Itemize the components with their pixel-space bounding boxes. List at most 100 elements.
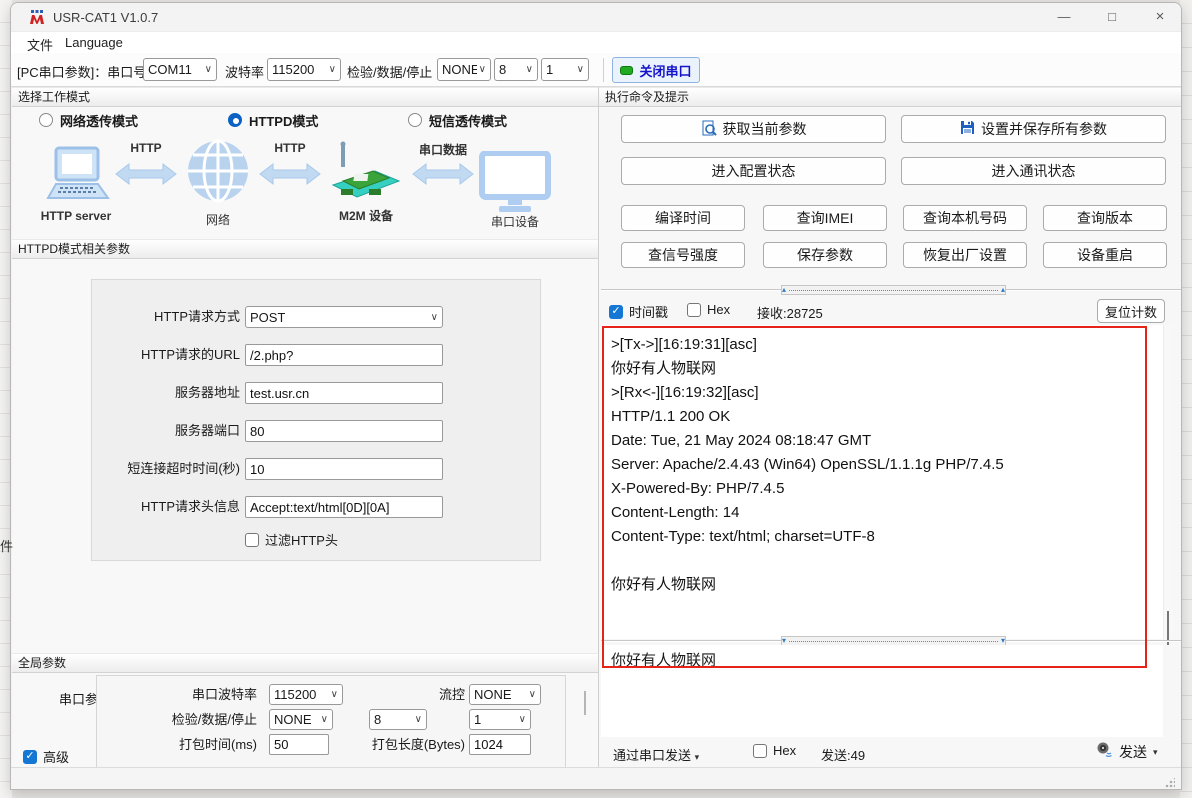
baud-select[interactable]: 115200∨ [267, 58, 341, 81]
global-parity-select[interactable]: NONE∨ [269, 709, 333, 730]
field-label: HTTP请求的URL [92, 344, 240, 366]
maximize-button[interactable]: □ [1089, 3, 1135, 31]
enter-comm-state-button[interactable]: 进入通讯状态 [901, 157, 1166, 185]
pack-length-input[interactable] [469, 734, 531, 755]
checkbox-checked-icon: ✓ [23, 750, 37, 764]
parity-label: 检验/数据/停止 [347, 62, 432, 81]
httpd-panel-header: HTTPD模式相关参数 [12, 239, 598, 259]
send-via-serial-dropdown[interactable]: 通过串口发送 ▾ [613, 745, 699, 764]
mode-panel-header: 选择工作模式 [12, 87, 598, 107]
receive-log-text: >[Tx->][16:19:31][asc] 你好有人物联网 >[Rx<-][1… [611, 333, 1151, 597]
minimize-button[interactable]: — [1041, 3, 1087, 31]
query-version-button[interactable]: 查询版本 [1043, 205, 1167, 231]
get-params-button[interactable]: 获取当前参数 [621, 115, 886, 143]
toolbar-separator [603, 58, 604, 82]
menu-language[interactable]: Language [65, 35, 123, 50]
diagram-link-label: HTTP [114, 141, 178, 155]
chevron-down-icon: ∨ [415, 714, 422, 725]
set-save-params-button[interactable]: 设置并保存所有参数 [901, 115, 1166, 143]
device-restart-button[interactable]: 设备重启 [1043, 242, 1167, 268]
globe-icon [186, 139, 250, 208]
http-method-select[interactable]: POST∨ [245, 306, 443, 328]
factory-reset-button[interactable]: 恢复出厂设置 [903, 242, 1027, 268]
field-label: HTTP请求方式 [92, 306, 240, 328]
resize-grip[interactable] [1165, 778, 1175, 788]
pack-time-input[interactable] [269, 734, 329, 755]
diagram-link-label: HTTP [258, 141, 322, 155]
query-imei-button[interactable]: 查询IMEI [763, 205, 887, 231]
diagram-link-label: 串口数据 [405, 141, 481, 158]
stopbits-select[interactable]: 1∨ [541, 58, 589, 81]
field-label: 流控 [417, 684, 465, 705]
m2m-device-icon [329, 141, 403, 210]
save-params-button[interactable]: 保存参数 [763, 242, 887, 268]
laptop-icon [36, 146, 116, 213]
radio-icon [39, 113, 53, 127]
speaker-icon [1096, 741, 1113, 763]
splitter-grabber[interactable]: ▴ ▴ [781, 285, 1006, 295]
app-logo-icon [29, 9, 45, 30]
close-serial-button[interactable]: 关闭串口 [612, 57, 700, 83]
global-databits-select[interactable]: 8∨ [369, 709, 427, 730]
radio-icon [408, 113, 422, 127]
diagram-node-label: M2M 设备 [325, 207, 407, 224]
chevron-down-icon: ∨ [331, 689, 338, 700]
diagram-node-label: 网络 [186, 211, 250, 228]
titlebar: USR-CAT1 V1.0.7 — □ × [11, 3, 1181, 31]
global-panel-header: 全局参数 [12, 653, 598, 673]
diagram-node-label: 串口设备 [481, 213, 549, 230]
http-url-input[interactable] [245, 344, 443, 366]
mode-radio-sms-passthrough[interactable]: 短信透传模式 [408, 111, 507, 129]
chevron-down-icon: ∨ [479, 64, 486, 75]
send-button[interactable]: 发送 ▾ [1096, 741, 1158, 763]
chevron-down-icon: ∨ [577, 64, 584, 75]
background-stray-text: 件 [0, 536, 13, 555]
dropdown-arrow-icon: ▾ [1153, 747, 1158, 758]
parity-select[interactable]: NONE∨ [437, 58, 491, 81]
httpd-form-panel: HTTP请求方式 POST∨ HTTP请求的URL 服务器地址 服务器端口 短连… [91, 279, 541, 561]
menu-file[interactable]: 文件 [27, 35, 53, 54]
send-input-text: 你好有人物联网 [611, 649, 716, 670]
field-label: 打包长度(Bytes) [347, 734, 465, 755]
serial-port-label: [PC串口参数]：串口号 [17, 62, 146, 81]
app-window: USR-CAT1 V1.0.7 — □ × 文件 Language [PC串口参… [10, 2, 1182, 790]
chevron-down-icon: ∨ [526, 64, 533, 75]
mode-radio-net-passthrough[interactable]: 网络透传模式 [39, 111, 138, 129]
chevron-down-icon: ∨ [329, 64, 336, 75]
databits-select[interactable]: 8∨ [494, 58, 538, 81]
server-address-input[interactable] [245, 382, 443, 404]
dropdown-arrow-icon: ▾ [695, 752, 700, 762]
rx-hex-checkbox[interactable]: Hex [687, 302, 730, 317]
query-phone-number-button[interactable]: 查询本机号码 [903, 205, 1027, 231]
advanced-checkbox[interactable]: ✓ 高级 [23, 747, 69, 766]
chevron-down-icon: ∨ [321, 714, 328, 725]
serial-open-indicator-icon [620, 66, 633, 75]
double-arrow-icon [411, 161, 475, 192]
http-header-input[interactable] [245, 496, 443, 518]
filter-http-header-checkbox[interactable]: 过滤HTTP头 [245, 530, 338, 549]
timestamp-checkbox[interactable]: ✓ 时间戳 [609, 302, 668, 321]
enter-config-state-button[interactable]: 进入配置状态 [621, 157, 886, 185]
mode-radio-httpd[interactable]: HTTPD模式 [228, 111, 318, 129]
field-label: 串口波特率 [157, 684, 257, 705]
server-port-input[interactable] [245, 420, 443, 442]
tx-hex-checkbox[interactable]: Hex [753, 743, 796, 758]
field-label: 服务器地址 [92, 382, 240, 404]
compile-time-button[interactable]: 编译时间 [621, 205, 745, 231]
diagram-node-label: HTTP server [26, 209, 126, 223]
flow-control-select[interactable]: NONE∨ [469, 684, 541, 705]
receive-count: 接收:28725 [757, 303, 823, 322]
chevron-down-icon: ∨ [205, 64, 212, 75]
double-arrow-icon [114, 161, 178, 192]
chevron-down-icon: ∨ [529, 689, 536, 700]
window-title: USR-CAT1 V1.0.7 [53, 10, 158, 25]
reset-count-button[interactable]: 复位计数 [1097, 299, 1165, 323]
log-scrollbar[interactable] [1163, 325, 1173, 639]
close-button[interactable]: × [1137, 3, 1182, 31]
com-port-select[interactable]: COM11∨ [143, 58, 217, 81]
timeout-input[interactable] [245, 458, 443, 480]
global-stopbits-select[interactable]: 1∨ [469, 709, 531, 730]
search-doc-icon [701, 120, 717, 139]
query-signal-button[interactable]: 查信号强度 [621, 242, 745, 268]
global-baud-select[interactable]: 115200∨ [269, 684, 343, 705]
